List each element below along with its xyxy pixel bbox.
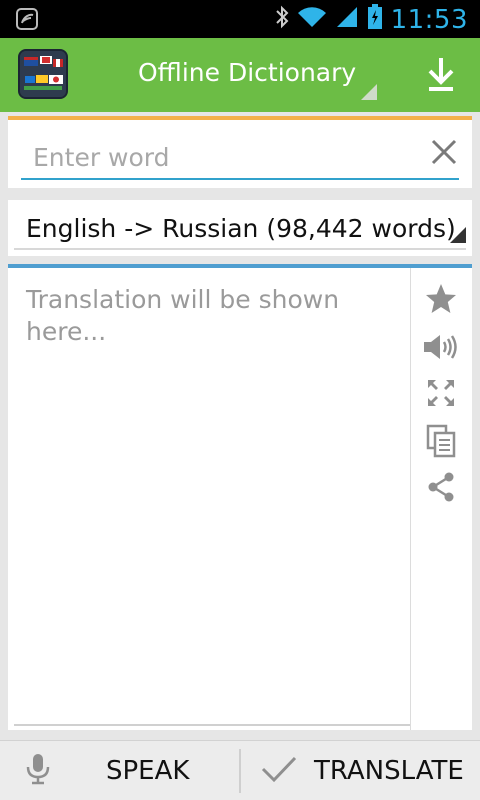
fullscreen-icon <box>428 380 454 406</box>
word-input-card <box>8 116 472 188</box>
share-icon <box>428 472 454 502</box>
share-button[interactable] <box>420 466 462 508</box>
download-button[interactable] <box>420 52 462 98</box>
bluetooth-icon <box>275 5 289 34</box>
app-flags-icon[interactable] <box>18 49 68 99</box>
battery-charging-icon <box>367 4 383 35</box>
translation-placeholder: Translation will be shown here... <box>26 285 340 346</box>
word-input[interactable] <box>33 138 403 176</box>
close-icon <box>431 139 457 165</box>
favorite-button[interactable] <box>420 278 462 320</box>
fullscreen-button[interactable] <box>420 372 462 414</box>
clear-button[interactable] <box>428 136 460 168</box>
dropdown-triangle-icon <box>450 227 466 248</box>
speak-label: SPEAK <box>106 756 190 786</box>
speak-button[interactable]: SPEAK <box>24 741 234 800</box>
checkmark-icon <box>260 754 298 789</box>
language-selected-label: English -> Russian (98,442 words) <box>26 214 456 243</box>
bottom-divider <box>239 749 241 793</box>
dropdown-triangle-icon <box>361 84 377 105</box>
language-selector[interactable]: English -> Russian (98,442 words) <box>8 200 472 256</box>
star-icon <box>426 284 456 313</box>
translate-button[interactable]: TRANSLATE <box>260 741 476 800</box>
translation-output[interactable]: Translation will be shown here... <box>14 278 410 726</box>
app-title[interactable]: Offline Dictionary <box>138 58 356 87</box>
speaker-icon <box>424 335 457 359</box>
language-spinner[interactable]: English -> Russian (98,442 words) <box>14 206 466 250</box>
copy-icon <box>426 424 456 458</box>
bottom-bar: SPEAK TRANSLATE <box>0 740 480 800</box>
translate-label: TRANSLATE <box>314 756 464 786</box>
translation-card: Translation will be shown here... <box>8 264 472 730</box>
download-icon <box>428 58 454 91</box>
status-bar: 11:53 <box>0 0 480 38</box>
notification-icon <box>16 8 38 35</box>
copy-button[interactable] <box>420 420 462 462</box>
actions-divider <box>410 268 411 730</box>
clock: 11:53 <box>390 4 468 35</box>
action-bar: Offline Dictionary <box>0 38 480 112</box>
word-input-field <box>21 134 459 180</box>
speak-translation-button[interactable] <box>420 326 462 368</box>
wifi-icon <box>297 5 327 34</box>
signal-icon <box>335 5 359 34</box>
microphone-icon <box>24 752 52 791</box>
